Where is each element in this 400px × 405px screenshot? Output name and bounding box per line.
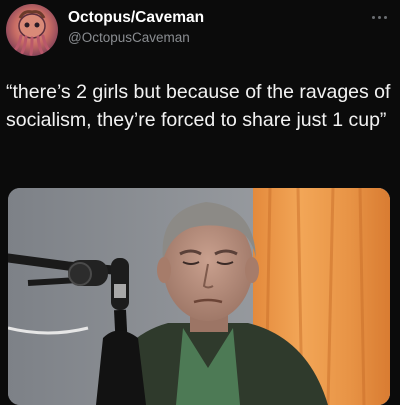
more-dot [371,15,375,19]
more-dot [383,15,387,19]
video-still-image [8,188,390,405]
octopus-caveman-avatar-icon [13,10,51,56]
tweet-text: “there’s 2 girls but because of the rava… [6,81,391,131]
avatar[interactable] [6,4,58,56]
more-dot [377,15,381,19]
tweet-header: Octopus/Caveman @OctopusCaveman [0,0,400,70]
author-name[interactable]: Octopus/Caveman [68,9,204,27]
author-handle[interactable]: @OctopusCaveman [68,30,190,45]
more-options-icon[interactable] [368,12,390,22]
tweet-media-image[interactable] [8,188,390,405]
